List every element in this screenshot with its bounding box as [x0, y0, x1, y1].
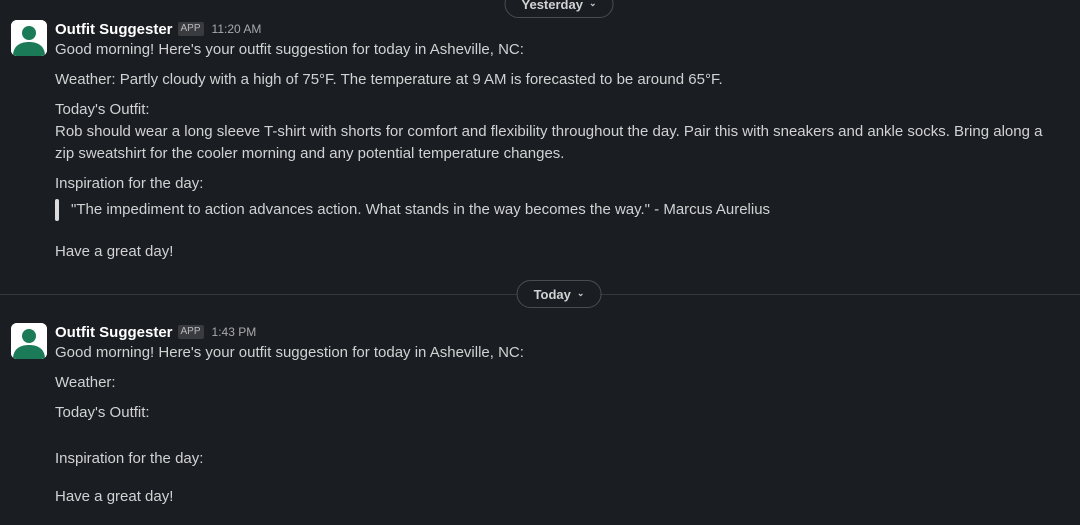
- bot-avatar-icon[interactable]: [11, 20, 47, 56]
- outfit-heading: Today's Outfit:: [55, 404, 150, 421]
- weather-text: Weather:: [55, 374, 116, 391]
- message-meta: Outfit Suggester APP 1:43 PM: [55, 321, 1062, 343]
- chevron-down-icon: ⌄: [588, 0, 597, 8]
- quote-bar: [55, 199, 59, 221]
- quote-block: "The impediment to action advances actio…: [55, 199, 1062, 221]
- weather-text: Weather: Partly cloudy with a high of 75…: [55, 71, 723, 88]
- greeting-text: Good morning! Here's your outfit suggest…: [55, 344, 524, 361]
- message-body: Outfit Suggester APP 1:43 PM Good mornin…: [55, 321, 1062, 506]
- message-timestamp[interactable]: 1:43 PM: [212, 325, 257, 339]
- day-divider-today[interactable]: Today ⌄: [516, 280, 602, 308]
- sender-name[interactable]: Outfit Suggester: [55, 324, 173, 341]
- closing-text: Have a great day!: [55, 243, 174, 260]
- greeting-text: Good morning! Here's your outfit suggest…: [55, 41, 524, 58]
- bot-avatar-icon[interactable]: [11, 323, 47, 359]
- day-divider-label: Today: [533, 286, 571, 302]
- avatar-graphic: [11, 323, 47, 359]
- message-timestamp[interactable]: 11:20 AM: [212, 22, 262, 36]
- app-badge: APP: [177, 325, 204, 339]
- message-meta: Outfit Suggester APP 11:20 AM: [55, 18, 1062, 40]
- app-badge: APP: [177, 22, 204, 36]
- quote-text: "The impediment to action advances actio…: [71, 201, 771, 218]
- day-divider-label: Yesterday: [521, 0, 583, 12]
- sender-name[interactable]: Outfit Suggester: [55, 21, 173, 38]
- day-divider-yesterday[interactable]: Yesterday ⌄: [504, 0, 614, 18]
- inspiration-heading: Inspiration for the day:: [55, 450, 204, 467]
- avatar-graphic: [11, 20, 47, 56]
- outfit-heading: Today's Outfit:: [55, 101, 150, 118]
- outfit-text: Rob should wear a long sleeve T-shirt wi…: [55, 123, 1043, 162]
- chevron-down-icon: ⌄: [576, 287, 585, 298]
- inspiration-heading: Inspiration for the day:: [55, 175, 204, 192]
- message-body: Outfit Suggester APP 11:20 AM Good morni…: [55, 18, 1062, 260]
- closing-text: Have a great day!: [55, 488, 174, 505]
